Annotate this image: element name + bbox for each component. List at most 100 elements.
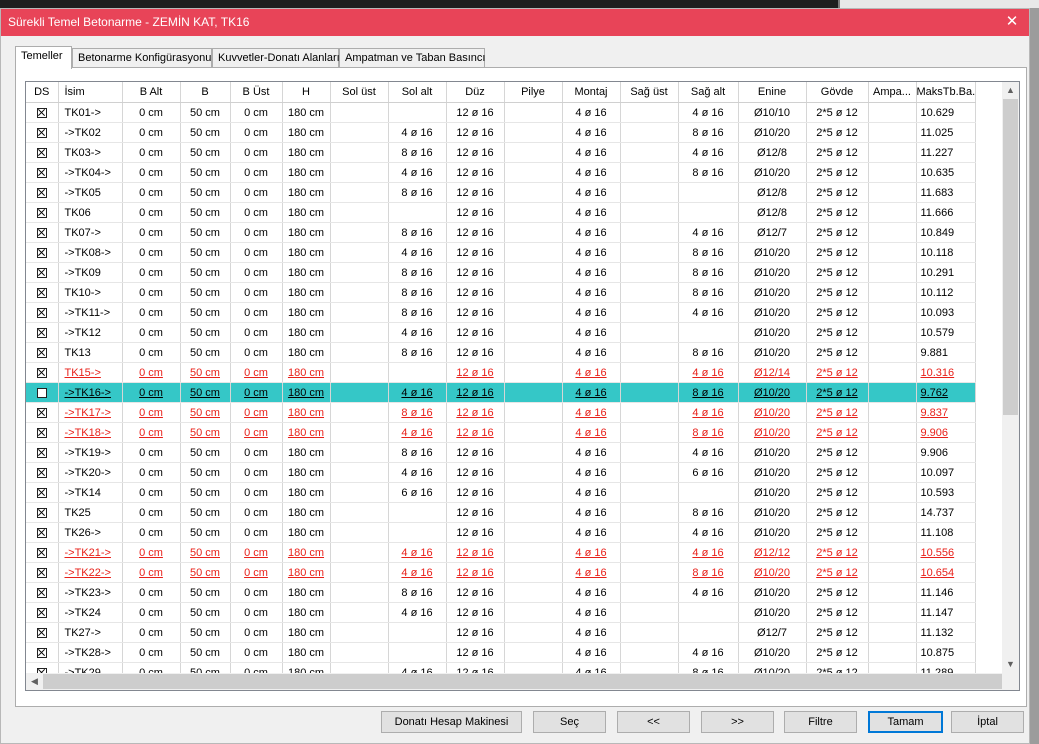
cell-sol-alt[interactable]: 8 ø 16 xyxy=(388,302,447,323)
cell-ampatman[interactable] xyxy=(868,542,917,563)
cell-pilye[interactable] xyxy=(504,382,563,403)
cell-b[interactable]: 50 cm xyxy=(180,462,231,483)
cell-b[interactable]: 50 cm xyxy=(180,602,231,623)
table-row[interactable]: ->TK19-> 0 cm 50 cm 0 cm 180 cm 8 ø 16 12 ø 16… xyxy=(26,442,977,463)
cell-b-ust[interactable]: 0 cm xyxy=(230,582,283,603)
cell-montaj[interactable]: 4 ø 16 xyxy=(562,442,621,463)
cell-pilye[interactable] xyxy=(504,162,563,183)
cell-isim[interactable]: ->TK09 xyxy=(58,262,123,283)
cell-enine[interactable]: Ø10/20 xyxy=(738,482,807,503)
scroll-up-icon[interactable]: ▲ xyxy=(1002,82,1019,99)
cell-enine[interactable]: Ø10/20 xyxy=(738,322,807,343)
cell-montaj[interactable]: 4 ø 16 xyxy=(562,642,621,663)
cell-montaj[interactable]: 4 ø 16 xyxy=(562,302,621,323)
cell-maks-tb[interactable]: 10.579 xyxy=(916,322,977,343)
cell-maks-tb[interactable]: 11.683 xyxy=(916,182,977,203)
cell-h[interactable]: 180 cm xyxy=(282,282,331,303)
cell-h[interactable]: 180 cm xyxy=(282,202,331,223)
cell-duz[interactable]: 12 ø 16 xyxy=(446,102,505,123)
ds-checkbox[interactable] xyxy=(36,167,47,178)
col-ds[interactable]: DS xyxy=(26,82,59,103)
cell-govde[interactable]: 2*5 ø 12 xyxy=(806,362,869,383)
cell-ampatman[interactable] xyxy=(868,402,917,423)
table-row[interactable]: ->TK18-> 0 cm 50 cm 0 cm 180 cm 4 ø 16 12 ø 16… xyxy=(26,422,977,443)
cell-isim[interactable]: ->TK19-> xyxy=(58,442,123,463)
ds-checkbox[interactable] xyxy=(36,127,47,138)
cell-pilye[interactable] xyxy=(504,122,563,143)
cell-duz[interactable]: 12 ø 16 xyxy=(446,322,505,343)
cell-maks-tb[interactable]: 10.629 xyxy=(916,102,977,123)
cell-govde[interactable]: 2*5 ø 12 xyxy=(806,562,869,583)
cell-pilye[interactable] xyxy=(504,582,563,603)
cell-isim[interactable]: TK07-> xyxy=(58,222,123,243)
cell-sol-ust[interactable] xyxy=(330,302,389,323)
cell-sag-ust[interactable] xyxy=(620,142,679,163)
cell-ampatman[interactable] xyxy=(868,182,917,203)
cell-b-ust[interactable]: 0 cm xyxy=(230,482,283,503)
cell-sag-alt[interactable]: 4 ø 16 xyxy=(678,222,739,243)
cell-sol-alt[interactable] xyxy=(388,502,447,523)
cell-sag-alt[interactable]: 8 ø 16 xyxy=(678,262,739,283)
cell-b[interactable]: 50 cm xyxy=(180,402,231,423)
cell-pilye[interactable] xyxy=(504,622,563,643)
cell-sag-alt[interactable] xyxy=(678,602,739,623)
table-row[interactable]: ->TK04-> 0 cm 50 cm 0 cm 180 cm 4 ø 16 12 ø 16… xyxy=(26,162,977,183)
cell-b-ust[interactable]: 0 cm xyxy=(230,502,283,523)
cell-isim[interactable]: TK06 xyxy=(58,202,123,223)
cell-enine[interactable]: Ø10/20 xyxy=(738,562,807,583)
cell-isim[interactable]: TK01-> xyxy=(58,102,123,123)
cell-pilye[interactable] xyxy=(504,322,563,343)
cell-govde[interactable]: 2*5 ø 12 xyxy=(806,162,869,183)
cell-govde[interactable]: 2*5 ø 12 xyxy=(806,582,869,603)
cell-sag-alt[interactable]: 4 ø 16 xyxy=(678,302,739,323)
cell-govde[interactable]: 2*5 ø 12 xyxy=(806,142,869,163)
cell-b[interactable]: 50 cm xyxy=(180,162,231,183)
cell-sag-ust[interactable] xyxy=(620,102,679,123)
cell-enine[interactable]: Ø10/10 xyxy=(738,102,807,123)
cell-h[interactable]: 180 cm xyxy=(282,462,331,483)
cell-b-alt[interactable]: 0 cm xyxy=(122,342,181,363)
cell-h[interactable]: 180 cm xyxy=(282,162,331,183)
cell-maks-tb[interactable]: 10.593 xyxy=(916,482,977,503)
cell-sag-ust[interactable] xyxy=(620,522,679,543)
cell-b-alt[interactable]: 0 cm xyxy=(122,462,181,483)
cell-duz[interactable]: 12 ø 16 xyxy=(446,182,505,203)
cell-h[interactable]: 180 cm xyxy=(282,242,331,263)
cell-duz[interactable]: 12 ø 16 xyxy=(446,562,505,583)
cell-b[interactable]: 50 cm xyxy=(180,442,231,463)
cell-montaj[interactable]: 4 ø 16 xyxy=(562,522,621,543)
cell-sol-alt[interactable]: 4 ø 16 xyxy=(388,242,447,263)
cell-b-alt[interactable]: 0 cm xyxy=(122,282,181,303)
cell-enine[interactable]: Ø10/20 xyxy=(738,262,807,283)
cell-govde[interactable]: 2*5 ø 12 xyxy=(806,602,869,623)
cell-montaj[interactable]: 4 ø 16 xyxy=(562,122,621,143)
cell-sag-alt[interactable]: 6 ø 16 xyxy=(678,462,739,483)
cell-montaj[interactable]: 4 ø 16 xyxy=(562,342,621,363)
cell-b-alt[interactable]: 0 cm xyxy=(122,642,181,663)
cell-sag-ust[interactable] xyxy=(620,542,679,563)
ds-checkbox[interactable] xyxy=(36,307,47,318)
cell-govde[interactable]: 2*5 ø 12 xyxy=(806,522,869,543)
ds-checkbox[interactable] xyxy=(36,407,47,418)
next-button[interactable]: >> xyxy=(701,711,774,733)
cell-h[interactable]: 180 cm xyxy=(282,562,331,583)
col-b-alt[interactable]: B Alt xyxy=(122,82,181,103)
cell-govde[interactable]: 2*5 ø 12 xyxy=(806,102,869,123)
cell-b-alt[interactable]: 0 cm xyxy=(122,402,181,423)
table-row[interactable]: ->TK24 0 cm 50 cm 0 cm 180 cm 4 ø 16 12 ø 16 4 … xyxy=(26,602,977,623)
cell-isim[interactable]: ->TK23-> xyxy=(58,582,123,603)
table-row[interactable]: TK25 0 cm 50 cm 0 cm 180 cm 12 ø 16 4 ø 16 8 ø … xyxy=(26,502,977,523)
cell-duz[interactable]: 12 ø 16 xyxy=(446,222,505,243)
cell-sol-ust[interactable] xyxy=(330,382,389,403)
cell-govde[interactable]: 2*5 ø 12 xyxy=(806,402,869,423)
table-row[interactable]: TK13 0 cm 50 cm 0 cm 180 cm 8 ø 16 12 ø 16 4 ø … xyxy=(26,342,977,363)
cell-sol-ust[interactable] xyxy=(330,162,389,183)
cell-enine[interactable]: Ø10/20 xyxy=(738,502,807,523)
cell-sol-alt[interactable]: 4 ø 16 xyxy=(388,462,447,483)
cell-h[interactable]: 180 cm xyxy=(282,442,331,463)
cell-sag-ust[interactable] xyxy=(620,482,679,503)
ds-checkbox[interactable] xyxy=(36,327,47,338)
cell-sag-alt[interactable]: 4 ø 16 xyxy=(678,142,739,163)
cell-sol-ust[interactable] xyxy=(330,442,389,463)
tab-ampatman-taban-basinci[interactable]: Ampatman ve Taban Basıncı xyxy=(339,48,485,67)
